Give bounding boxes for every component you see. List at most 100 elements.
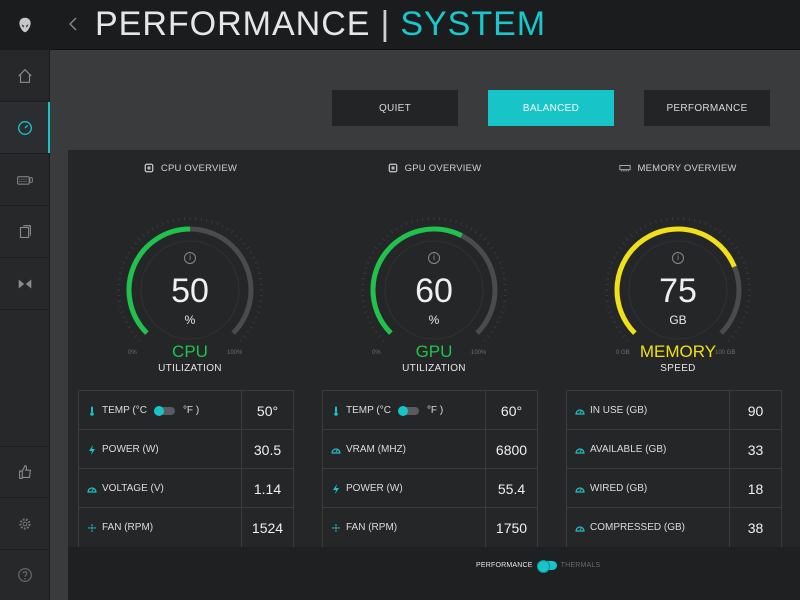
available-label: AVAILABLE (GB) — [590, 444, 667, 455]
gauge-tick — [156, 224, 159, 228]
gauge-tick — [610, 261, 614, 264]
gauge-tick — [727, 339, 730, 342]
info-icon[interactable]: i — [672, 252, 684, 264]
library-icon — [19, 224, 31, 238]
gauge-tick — [486, 242, 490, 245]
app-root: PERFORMANCE | SYSTEM QUIET BALANCED PERFOR… — [0, 0, 800, 600]
gauge-tick — [498, 261, 502, 264]
gauge-tick — [634, 230, 638, 234]
sidebar-item-settings[interactable] — [0, 498, 50, 550]
info-icon[interactable]: i — [428, 252, 440, 264]
thermometer-icon — [334, 406, 338, 416]
title-secondary: SYSTEM — [400, 5, 547, 43]
performance-mode-button[interactable]: PERFORMANCE — [644, 90, 770, 126]
gauge-tick — [649, 222, 652, 226]
gauge-tick — [500, 267, 504, 269]
gauge-tick — [449, 218, 452, 223]
balanced-mode-button[interactable]: BALANCED — [488, 90, 614, 126]
sidebar-item-help[interactable] — [0, 550, 50, 600]
thermals-view-label: THERMALS — [560, 562, 601, 569]
memory-stats-table: IN USE (GB) 90 AVAILABLE (GB) 33 WIRED (… — [566, 390, 782, 548]
memory-gauge-unit: GB — [669, 313, 687, 327]
gpu-gauge-unit: % — [428, 313, 440, 327]
gauge-tick — [718, 230, 722, 234]
table-row: VRAM (MHZ) 6800 — [323, 430, 537, 469]
temp-unit-toggle[interactable] — [397, 405, 419, 416]
thermometer-icon — [90, 406, 94, 416]
gauge-tick — [737, 251, 741, 254]
sidebar-item-performance[interactable] — [0, 102, 51, 154]
gauge-tick — [252, 256, 256, 259]
temp-unit-toggle[interactable] — [153, 405, 175, 416]
sidebar-item-like[interactable] — [0, 446, 50, 498]
info-icon[interactable]: i — [184, 252, 196, 264]
sidebar-item-keyboard[interactable] — [0, 154, 50, 206]
gauge-tick — [138, 339, 141, 342]
gauge-tick — [699, 220, 701, 224]
gauge-tick — [618, 330, 622, 334]
speedometer-icon — [18, 120, 32, 135]
gauge-tick — [630, 234, 633, 238]
row-label: POWER (W) — [331, 469, 403, 508]
cpu-gauge-sublabel: UTILIZATION — [158, 363, 222, 374]
gauge-tick — [134, 335, 138, 338]
in-use-label: IN USE (GB) — [590, 405, 648, 416]
back-button[interactable] — [66, 12, 80, 36]
gauge-tick — [374, 246, 378, 250]
gauge-tick — [249, 251, 253, 254]
main-area: QUIET BALANCED PERFORMANCE CPU OVERVIEW … — [50, 50, 800, 600]
cpu-gauge-label: CPU — [172, 342, 208, 361]
sidebar-item-home[interactable] — [0, 50, 50, 102]
gauge-tick — [639, 227, 642, 231]
view-toggle-switch[interactable] — [536, 560, 557, 573]
gauge-tick — [390, 230, 394, 234]
temp-label: TEMP (°C — [346, 405, 391, 416]
page-title: PERFORMANCE | SYSTEM — [95, 4, 546, 44]
gauge-tick — [615, 251, 619, 254]
gauge-tick — [411, 220, 413, 224]
gauge-tick — [622, 242, 626, 245]
row-label: AVAILABLE (GB) — [575, 430, 666, 469]
title-primary: PERFORMANCE — [95, 5, 371, 43]
power-value: 30.5 — [241, 430, 293, 469]
gauge-tick — [612, 256, 616, 259]
gauge-tick — [730, 335, 734, 338]
gauge-tick — [256, 267, 260, 269]
row-label: FAN (RPM) — [331, 508, 397, 547]
table-row: AVAILABLE (GB) 33 — [567, 430, 781, 469]
power-label: POWER (W) — [346, 483, 403, 494]
sidebar-item-fx[interactable] — [0, 258, 50, 310]
gauge-tick — [709, 224, 712, 228]
gauge-tick — [714, 227, 717, 231]
gauge-tick — [460, 222, 463, 226]
gauge-tick — [730, 242, 734, 245]
gpu-gauge-value: 60 — [415, 272, 453, 310]
gauge-tick — [371, 251, 375, 254]
cpu-gauge-value: 50 — [171, 272, 209, 310]
alien-head-icon[interactable] — [0, 0, 50, 50]
quiet-mode-button[interactable]: QUIET — [332, 90, 458, 126]
gauge-tick — [622, 335, 626, 338]
wired-label: WIRED (GB) — [590, 483, 648, 494]
gauge-tick — [211, 220, 213, 224]
gauge-tick — [368, 256, 372, 259]
gauge-tick — [246, 330, 250, 334]
gpu-stats-table: TEMP (°C °F ) 60° VRAM (MHZ) 6800 POWER … — [322, 390, 538, 548]
gauge-tick — [479, 234, 482, 238]
gauge-tick — [483, 339, 486, 342]
sidebar-item-library[interactable] — [0, 206, 50, 258]
gauge-tick — [727, 238, 730, 241]
memory-overview-title: MEMORY OVERVIEW — [637, 162, 737, 174]
row-label: FAN (RPM) — [87, 508, 153, 547]
gauge-icon — [575, 447, 585, 454]
memory-gauge-label: MEMORY — [639, 342, 717, 361]
table-row: TEMP (°C °F ) 50° — [79, 391, 293, 430]
fan-value: 1750 — [485, 508, 537, 547]
view-toggle[interactable]: PERFORMANCE THERMALS — [476, 560, 601, 573]
fan-label: FAN (RPM) — [346, 522, 398, 533]
table-row: TEMP (°C °F ) 60° — [323, 391, 537, 430]
gauge-tick — [465, 224, 468, 228]
gauge-tick — [470, 227, 473, 231]
row-label: POWER (W) — [87, 430, 159, 469]
gauge-tick — [490, 246, 494, 250]
